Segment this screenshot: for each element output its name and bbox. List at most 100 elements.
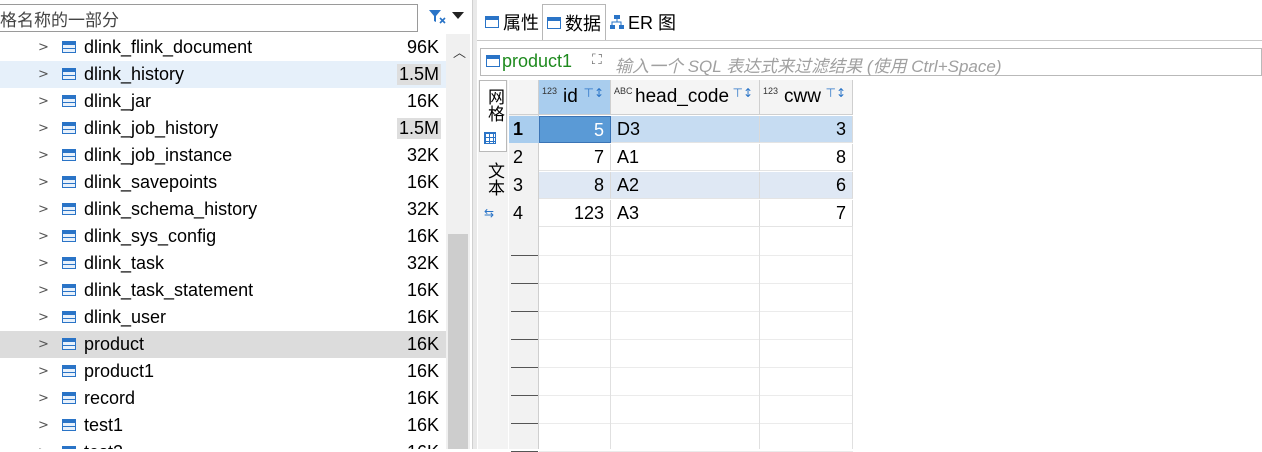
table-name-label[interactable]: product1 <box>502 51 572 72</box>
tree-item-name: dlink_schema_history <box>84 199 258 219</box>
column-type-icon: 123 <box>763 86 779 96</box>
tree-item[interactable]: > product 16K <box>0 331 446 358</box>
empty-row-marker <box>511 339 538 340</box>
chevron-right-icon[interactable]: > <box>38 202 49 217</box>
navigator-scroll-thumb[interactable] <box>448 234 468 449</box>
tree-item[interactable]: > product1 16K <box>0 358 446 385</box>
table-icon <box>486 55 500 67</box>
filter-icon[interactable] <box>428 9 446 25</box>
cell-head_code[interactable]: A2 <box>611 172 760 199</box>
tree-item[interactable]: > dlink_task 32K <box>0 250 446 277</box>
cell-cww[interactable]: 6 <box>760 172 853 199</box>
grid-icon <box>484 132 496 144</box>
chevron-right-icon[interactable]: > <box>38 229 49 244</box>
filter-dropdown-icon[interactable] <box>452 12 464 19</box>
tree-item[interactable]: > dlink_task_statement 16K <box>0 277 446 304</box>
table-icon <box>62 68 76 80</box>
cell-head_code[interactable]: A3 <box>611 200 760 227</box>
cell-id[interactable]: 7 <box>539 144 611 171</box>
table-icon <box>62 41 76 53</box>
column-header-head_code[interactable]: ABC head_code ⊤↕ <box>611 80 760 115</box>
data-icon <box>547 16 561 29</box>
tree-item[interactable]: > dlink_user 16K <box>0 304 446 331</box>
tree-item-size: 16K <box>406 361 439 381</box>
chevron-right-icon[interactable]: > <box>38 445 49 449</box>
cell-cww[interactable]: 8 <box>760 144 853 171</box>
chevron-right-icon[interactable]: > <box>38 337 49 352</box>
table-icon <box>62 257 76 269</box>
chevron-right-icon[interactable]: > <box>38 148 49 163</box>
chevron-right-icon[interactable]: > <box>38 310 49 325</box>
chevron-right-icon[interactable]: > <box>38 256 49 271</box>
chevron-right-icon[interactable]: > <box>38 175 49 190</box>
row-number[interactable]: 4 <box>509 200 539 227</box>
column-gridline <box>610 226 611 449</box>
column-header-id[interactable]: 123 id ⊤↕ <box>539 80 611 115</box>
table-filter-text[interactable]: 格名称的一部分 <box>0 6 119 31</box>
empty-row-marker <box>511 423 538 424</box>
row-number[interactable]: 1 <box>509 116 539 143</box>
tree-item[interactable]: > dlink_job_history 1.5M <box>0 115 446 142</box>
chevron-right-icon[interactable]: > <box>38 364 49 379</box>
tree-item[interactable]: > dlink_job_instance 32K <box>0 142 446 169</box>
tree-item-size: 16K <box>406 334 439 354</box>
tab-properties[interactable]: 属性 <box>479 6 539 38</box>
tree-item[interactable]: > test1 16K <box>0 412 446 439</box>
expand-filter-icon[interactable]: ⛶ <box>592 52 602 68</box>
tree-item[interactable]: > record 16K <box>0 385 446 412</box>
tree-item-name: test1 <box>84 415 124 435</box>
sort-filter-icon[interactable]: ⊤↕ <box>583 86 604 100</box>
table-icon <box>62 392 76 404</box>
row-number-header[interactable] <box>509 80 539 115</box>
cell-head_code[interactable]: D3 <box>611 116 760 143</box>
tab-er-diagram[interactable]: ER 图 <box>607 6 676 38</box>
table-icon <box>62 95 76 107</box>
sort-filter-icon[interactable]: ⊤↕ <box>732 86 753 100</box>
tab-data-label: 数据 <box>565 13 601 34</box>
tree-item[interactable]: > dlink_savepoints 16K <box>0 169 446 196</box>
chevron-right-icon[interactable]: > <box>38 94 49 109</box>
chevron-right-icon[interactable]: > <box>38 391 49 406</box>
chevron-right-icon[interactable]: > <box>38 121 49 136</box>
row-number[interactable]: 3 <box>509 172 539 199</box>
sort-filter-icon[interactable]: ⊤↕ <box>825 86 846 100</box>
sql-filter-input[interactable]: 输入一个 SQL 表达式来过滤结果 (使用 Ctrl+Space) <box>615 52 1002 77</box>
cell-id[interactable]: 123 <box>539 200 611 227</box>
panel-divider[interactable] <box>472 0 477 449</box>
cell-id[interactable]: 8 <box>539 172 611 199</box>
tree-item[interactable]: > dlink_schema_history 32K <box>0 196 446 223</box>
tree-item-size: 1.5M <box>396 64 441 85</box>
scroll-up-icon[interactable]: ︿ <box>453 42 466 61</box>
table-icon <box>62 203 76 215</box>
table-icon <box>62 176 76 188</box>
cell-id[interactable]: 5 <box>539 116 611 143</box>
tree-item-name: dlink_user <box>84 307 167 327</box>
tree-item[interactable]: > dlink_flink_document 96K <box>0 34 446 61</box>
cell-cww[interactable]: 7 <box>760 200 853 227</box>
tree-item-size: 16K <box>406 280 439 300</box>
database-navigator: 格名称的一部分 > dlink_flink_document 96K > dlink_h… <box>0 0 472 449</box>
tree-item[interactable]: > dlink_history 1.5M <box>0 61 446 88</box>
cell-head_code[interactable]: A1 <box>611 144 760 171</box>
column-header-cww[interactable]: 123 cww ⊤↕ <box>760 80 853 115</box>
tree-item[interactable]: > dlink_jar 16K <box>0 88 446 115</box>
chevron-right-icon[interactable]: > <box>38 67 49 82</box>
tree-item-name: dlink_job_history <box>84 118 219 138</box>
chevron-right-icon[interactable]: > <box>38 40 49 55</box>
tree-item[interactable]: > test2 16K <box>0 439 446 449</box>
empty-row-gridline <box>539 339 853 340</box>
tree-item[interactable]: > dlink_sys_config 16K <box>0 223 446 250</box>
tree-item-name: dlink_jar <box>84 91 152 111</box>
tree-item-name: product <box>84 334 145 354</box>
chevron-right-icon[interactable]: > <box>38 283 49 298</box>
cell-cww[interactable]: 3 <box>760 116 853 143</box>
row-number[interactable]: 2 <box>509 144 539 171</box>
tab-data[interactable]: 数据 <box>542 4 606 40</box>
chevron-right-icon[interactable]: > <box>38 418 49 433</box>
tree-item-name: dlink_flink_document <box>84 37 253 57</box>
view-text-label[interactable]: 文本 <box>482 162 507 196</box>
text-view-icon: ⇆ <box>484 206 495 220</box>
empty-row-gridline <box>539 395 853 396</box>
tree-item-size: 1.5M <box>396 118 441 139</box>
tree-item-size: 96K <box>406 37 439 57</box>
